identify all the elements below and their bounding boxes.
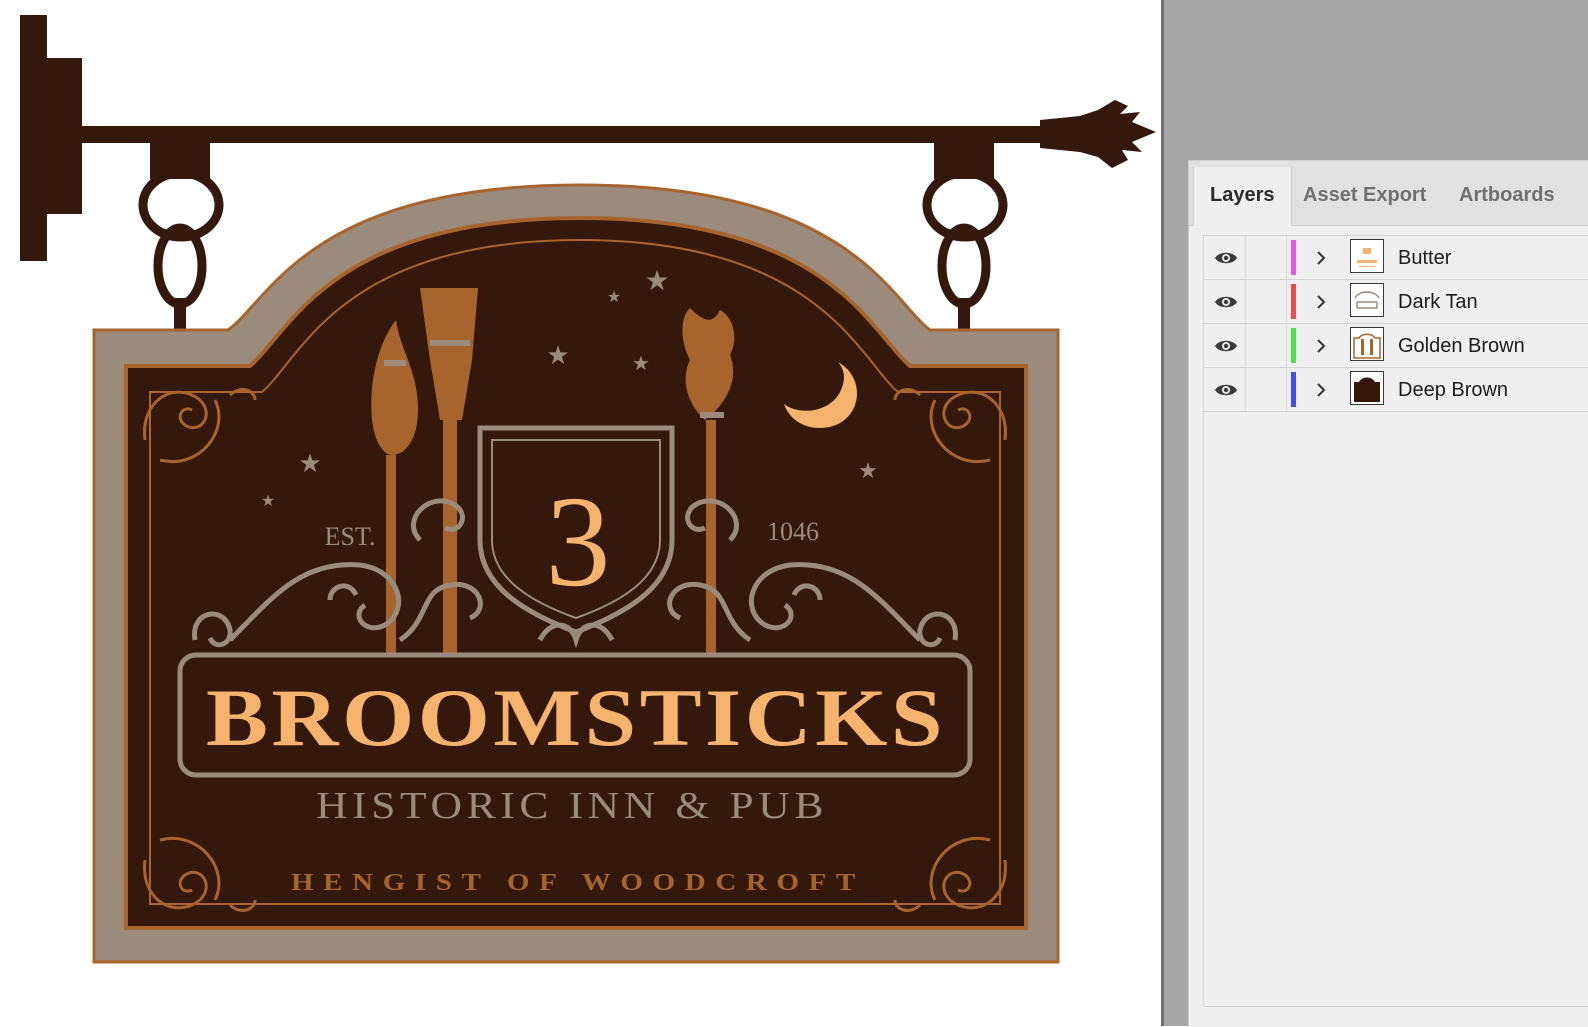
svg-text:★: ★: [644, 264, 669, 297]
visibility-toggle[interactable]: [1207, 280, 1246, 323]
layer-color-swatch: [1291, 240, 1296, 275]
tab-asset-export[interactable]: Asset Export: [1287, 167, 1442, 225]
lock-toggle[interactable]: [1246, 236, 1287, 279]
layer-row-golden-brown[interactable]: Golden Brown: [1203, 324, 1588, 368]
layer-thumbnail: [1350, 371, 1384, 405]
tab-layers[interactable]: Layers: [1193, 167, 1292, 226]
est-year: 1046: [767, 517, 819, 546]
layer-name[interactable]: Golden Brown: [1398, 324, 1525, 368]
sign-subtitle: HISTORIC INN & PUB: [316, 785, 828, 827]
svg-text:★: ★: [607, 287, 621, 306]
visibility-toggle[interactable]: [1207, 324, 1246, 367]
layer-color-swatch: [1291, 284, 1296, 319]
expand-chevron-icon[interactable]: [1313, 324, 1329, 367]
inn-sign-artwork: ★ ★ ★ ★ ★ ★ ★ EST. 1046 3 BROOMSTICKS HI…: [20, 15, 1156, 964]
eye-icon: [1215, 340, 1237, 351]
layer-row-dark-tan[interactable]: Dark Tan: [1203, 280, 1588, 324]
layer-name[interactable]: Dark Tan: [1398, 280, 1478, 324]
layer-thumbnail: [1350, 239, 1384, 273]
layer-thumbnail: [1350, 283, 1384, 317]
svg-text:★: ★: [546, 341, 569, 371]
svg-text:★: ★: [298, 449, 321, 479]
lock-toggle[interactable]: [1246, 324, 1287, 367]
layer-color-swatch: [1291, 372, 1296, 407]
svg-text:★: ★: [261, 491, 275, 510]
lock-toggle[interactable]: [1246, 280, 1287, 323]
panel-tabs: Layers Asset Export Artboards: [1189, 161, 1588, 226]
layer-name[interactable]: Deep Brown: [1398, 368, 1508, 412]
layer-row-butter[interactable]: Butter: [1203, 236, 1588, 280]
layers-panel: Layers Asset Export Artboards Butter Dar…: [1188, 160, 1588, 1027]
expand-chevron-icon[interactable]: [1313, 368, 1329, 411]
layers-list: Butter Dark Tan Golden Brown Deep Brown: [1203, 235, 1588, 412]
eye-icon: [1215, 296, 1237, 307]
visibility-toggle[interactable]: [1207, 236, 1246, 279]
expand-chevron-icon[interactable]: [1313, 236, 1329, 279]
svg-text:★: ★: [858, 459, 878, 484]
crest-number: 3: [546, 470, 611, 614]
est-label: EST.: [325, 522, 376, 551]
artboard-canvas[interactable]: ★ ★ ★ ★ ★ ★ ★ EST. 1046 3 BROOMSTICKS HI…: [0, 0, 1163, 1026]
tab-artboards[interactable]: Artboards: [1443, 167, 1571, 225]
visibility-toggle[interactable]: [1207, 368, 1246, 411]
eye-icon: [1215, 384, 1237, 395]
layer-row-deep-brown[interactable]: Deep Brown: [1203, 368, 1588, 412]
layer-name[interactable]: Butter: [1398, 236, 1451, 280]
svg-text:★: ★: [632, 351, 650, 375]
sign-location: HENGIST OF WOODCROFT: [291, 870, 865, 896]
sign-title: BROOMSTICKS: [206, 672, 946, 763]
eye-icon: [1215, 252, 1237, 263]
expand-chevron-icon[interactable]: [1313, 280, 1329, 323]
layer-thumbnail: [1350, 327, 1384, 361]
layer-color-swatch: [1291, 328, 1296, 363]
lock-toggle[interactable]: [1246, 368, 1287, 411]
